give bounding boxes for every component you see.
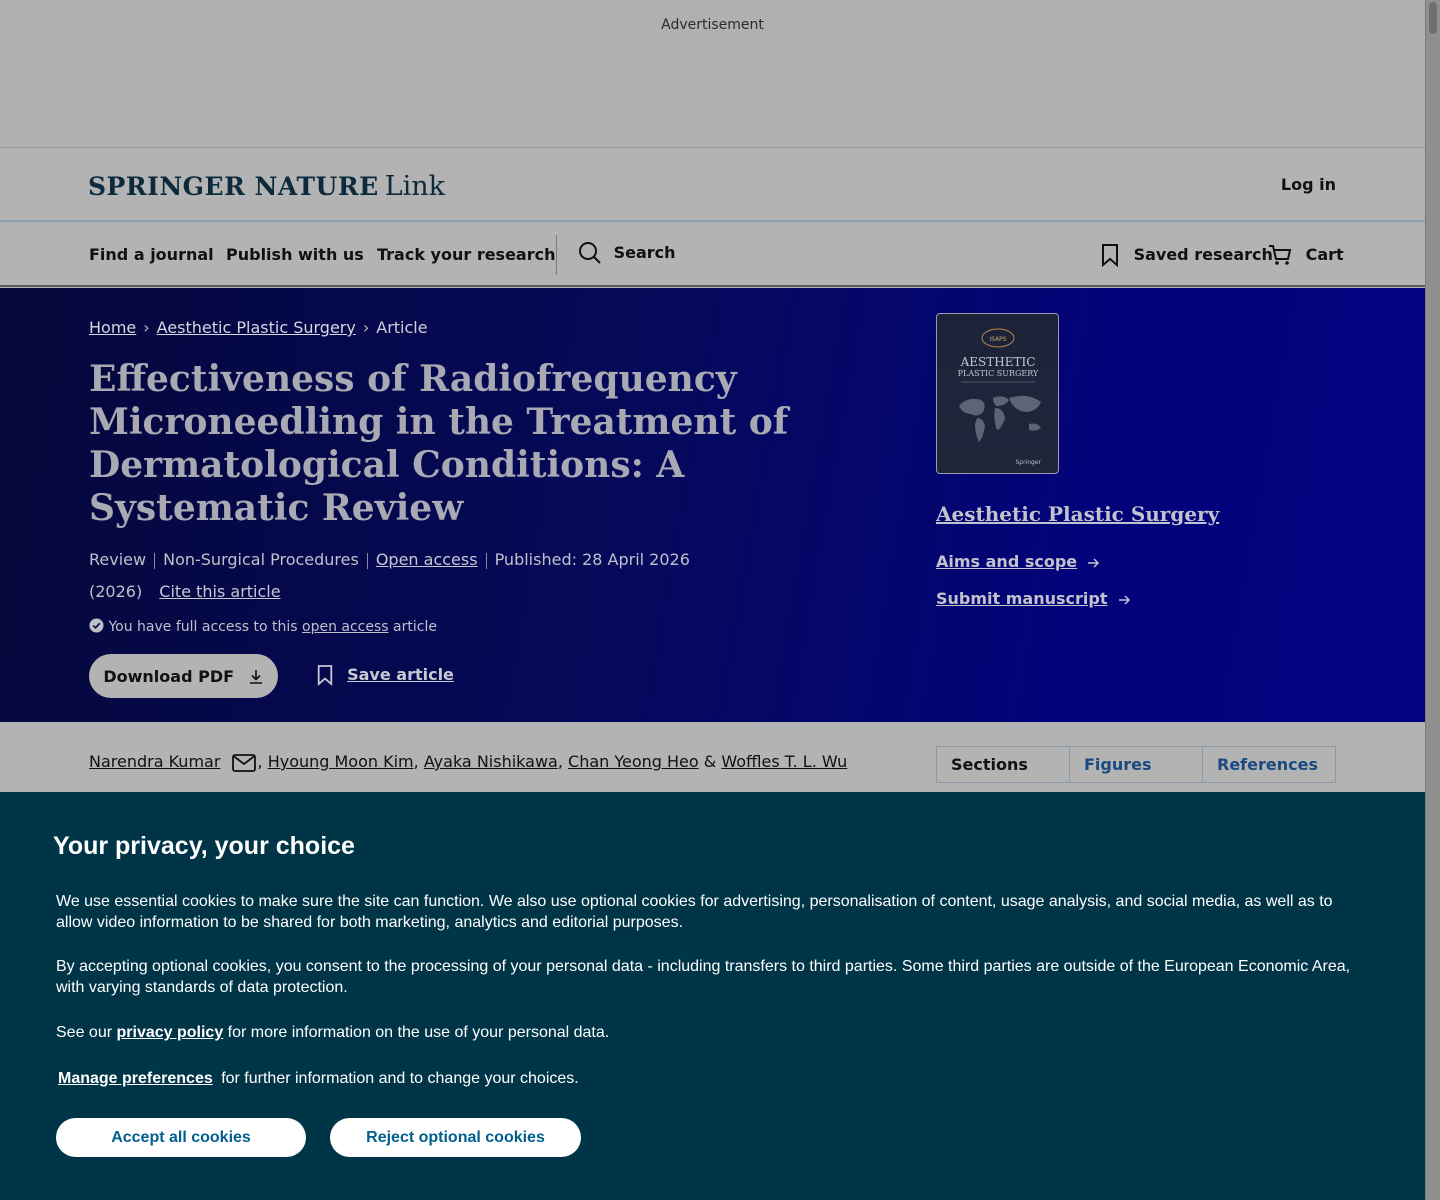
open-access-link[interactable]: Open access: [376, 550, 478, 569]
arrow-right-icon: [1088, 557, 1100, 568]
search-label: Search: [613, 242, 676, 262]
tab-references[interactable]: References: [1202, 747, 1335, 782]
tab-figures[interactable]: Figures: [1069, 747, 1202, 782]
login-link[interactable]: Log in: [1281, 175, 1336, 194]
article-type: Review: [89, 550, 147, 569]
nav-find-journal[interactable]: Find a journal: [89, 245, 214, 264]
site-header: SPRINGER NATURE Link Log in: [0, 149, 1425, 222]
download-pdf-button[interactable]: Download PDF: [89, 654, 278, 698]
access-notice: You have full access to this open access…: [89, 618, 437, 635]
authors-bar: Narendra Kumar , Hyoung Moon Kim, Ayaka …: [0, 722, 1425, 792]
submit-manuscript-link[interactable]: Submit manuscript: [936, 589, 1131, 608]
mail-icon[interactable]: [231, 753, 256, 772]
cart-label: Cart: [1305, 244, 1344, 264]
accept-all-cookies-button[interactable]: Accept all cookies: [56, 1118, 306, 1157]
chevron-right-icon: ›: [143, 318, 150, 337]
privacy-policy-link[interactable]: privacy policy: [117, 1024, 224, 1041]
access-open-access-link[interactable]: open access: [302, 619, 389, 635]
submit-manuscript-label: Submit manuscript: [936, 589, 1108, 608]
cover-title-line-2: PLASTIC SURGERY: [958, 369, 1039, 378]
cover-title-line-1: AESTHETIC: [960, 355, 1036, 369]
springer-nature-link-logo[interactable]: SPRINGER NATURE Link: [88, 171, 445, 202]
tab-sections[interactable]: Sections: [937, 747, 1069, 782]
saved-research-link[interactable]: Saved research: [1100, 243, 1273, 267]
cookie-p3-suffix: for more information on the use of your …: [227, 1024, 610, 1041]
author-link[interactable]: Hyoung Moon Kim: [268, 752, 414, 771]
cookie-p3-prefix: See our: [56, 1024, 113, 1041]
scrollbar-thumb[interactable]: [1429, 2, 1437, 34]
access-prefix: You have full access to this: [108, 619, 298, 635]
download-pdf-label: Download PDF: [103, 666, 235, 686]
cookie-paragraph-2: By accepting optional cookies, you conse…: [56, 958, 1351, 996]
nav-track-research[interactable]: Track your research: [377, 245, 556, 264]
article-hero: Home › Aesthetic Plastic Surgery › Article E…: [0, 288, 1425, 722]
article-title: Effectiveness of Radiofrequency Micronee…: [89, 358, 789, 529]
published-date: Published: 28 April 2026: [494, 550, 690, 569]
world-map-graphic: [959, 395, 1041, 442]
check-circle-icon: [89, 618, 104, 633]
journal-name-link[interactable]: Aesthetic Plastic Surgery: [936, 502, 1219, 526]
nav-publish[interactable]: Publish with us: [226, 245, 364, 264]
logo-main-text: SPRINGER NATURE: [88, 172, 379, 201]
author-link[interactable]: Narendra Kumar: [89, 752, 220, 771]
aims-scope-label: Aims and scope: [936, 552, 1078, 571]
aims-scope-link[interactable]: Aims and scope: [936, 552, 1100, 571]
download-icon: [249, 670, 262, 684]
advertisement-area: Advertisement: [0, 0, 1425, 148]
cart-icon: [1269, 245, 1292, 265]
cite-article-link[interactable]: Cite this article: [159, 582, 280, 601]
author-link[interactable]: Chan Yeong Heo: [568, 752, 699, 771]
nav-divider: [556, 235, 557, 275]
bookmark-icon: [1102, 244, 1118, 267]
reject-optional-cookies-button[interactable]: Reject optional cookies: [330, 1118, 581, 1157]
bookmark-icon: [317, 665, 333, 686]
advertisement-label: Advertisement: [661, 17, 764, 33]
main-nav: Find a journal Publish with us Track you…: [0, 223, 1425, 287]
save-article-link[interactable]: Save article: [316, 664, 454, 686]
breadcrumb-home[interactable]: Home: [89, 318, 136, 337]
breadcrumb-journal[interactable]: Aesthetic Plastic Surgery: [157, 318, 356, 337]
author-list: Narendra Kumar , Hyoung Moon Kim, Ayaka …: [89, 752, 848, 772]
cookie-consent-banner: Your privacy, your choice We use essenti…: [0, 792, 1425, 1200]
author-link[interactable]: Woffles T. L. Wu: [721, 752, 847, 771]
cart-link[interactable]: Cart: [1268, 243, 1344, 267]
cookie-paragraph-4: Manage preferences for further informati…: [58, 1069, 1368, 1090]
journal-cover-art: ISAPS AESTHETIC PLASTIC SURGERY Springer: [958, 328, 1042, 466]
cover-badge-text: ISAPS: [989, 336, 1006, 343]
saved-research-label: Saved research: [1133, 244, 1273, 264]
search-icon: [579, 242, 601, 264]
journal-cover-image[interactable]: ISAPS AESTHETIC PLASTIC SURGERY Springer: [936, 313, 1059, 474]
cover-publisher-text: Springer: [1015, 459, 1041, 466]
access-suffix: article: [393, 619, 437, 635]
page-scrollbar[interactable]: [1425, 0, 1440, 1200]
cookie-p4-suffix: for further information and to change yo…: [221, 1070, 579, 1087]
logo-sub-text: Link: [384, 171, 446, 202]
article-tabs: Sections Figures References: [936, 746, 1336, 783]
search-button[interactable]: Search: [578, 241, 676, 265]
cookie-paragraph-3: See our privacy policy for more informat…: [56, 1023, 1366, 1044]
manage-preferences-link[interactable]: Manage preferences: [58, 1070, 213, 1087]
article-meta: Review Non-Surgical Procedures Open access…: [89, 544, 809, 608]
article-category: Non-Surgical Procedures: [163, 550, 359, 569]
breadcrumb-current: Article: [376, 318, 428, 337]
breadcrumb: Home › Aesthetic Plastic Surgery › Article: [89, 318, 428, 337]
cookie-title: Your privacy, your choice: [53, 832, 355, 860]
cookie-paragraph-1: We use essential cookies to make sure th…: [56, 893, 1333, 931]
arrow-right-icon: [1118, 594, 1130, 605]
chevron-right-icon: ›: [362, 318, 370, 337]
article-year: (2026): [89, 582, 143, 601]
save-article-label: Save article: [347, 664, 454, 684]
author-link[interactable]: Ayaka Nishikawa: [424, 752, 558, 771]
